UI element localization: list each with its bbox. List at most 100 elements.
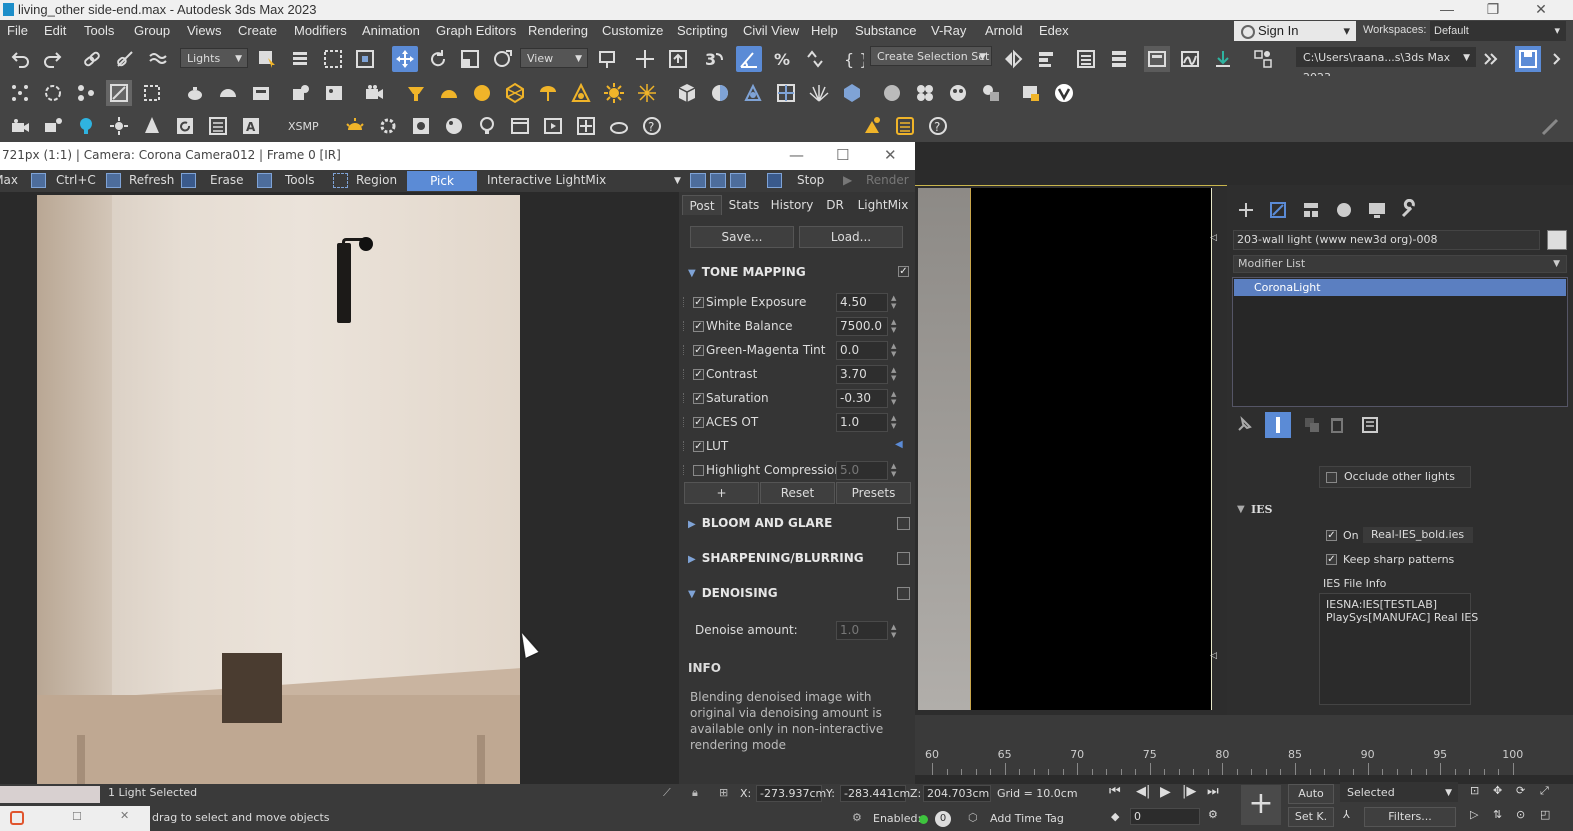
vray-logo-icon[interactable] bbox=[1051, 80, 1077, 106]
scripting-icon[interactable]: ⚙ bbox=[852, 811, 862, 824]
sunrise-icon[interactable] bbox=[342, 113, 368, 139]
green-magenta-field[interactable]: 0.0 bbox=[836, 341, 888, 360]
reset-button[interactable]: Reset bbox=[760, 482, 835, 504]
curve-editor-icon[interactable] bbox=[1177, 46, 1203, 72]
previous-frame-icon[interactable]: ◀| bbox=[1136, 784, 1150, 799]
render-region-icon[interactable] bbox=[540, 113, 566, 139]
layered-material-icon[interactable] bbox=[978, 80, 1004, 106]
pan-icon[interactable]: ✥ bbox=[1493, 784, 1502, 797]
x-coordinate-field[interactable]: -273.937cm bbox=[756, 785, 826, 802]
menu-tools[interactable]: Tools bbox=[84, 23, 114, 38]
presets-button[interactable]: Presets bbox=[836, 482, 911, 504]
aces-ot-checkbox[interactable]: ✓ bbox=[693, 417, 704, 428]
drag-grip-icon[interactable] bbox=[683, 393, 686, 403]
simple-exposure-field[interactable]: 4.50 bbox=[836, 293, 888, 312]
white-balance-field[interactable]: 7500.0 bbox=[836, 317, 888, 336]
frame-buffer-icon[interactable] bbox=[106, 80, 132, 106]
select-object-icon[interactable] bbox=[254, 46, 280, 72]
named-selection-set-dropdown[interactable]: Create Selection Set ▼ bbox=[870, 46, 992, 66]
denoising-checkbox[interactable] bbox=[897, 587, 910, 600]
mirror-icon[interactable] bbox=[1000, 46, 1026, 72]
bulb-outline-icon[interactable] bbox=[474, 113, 500, 139]
spinner-icon[interactable]: ▲ ▼ bbox=[891, 342, 896, 358]
ies-on-checkbox[interactable]: ✓ bbox=[1326, 530, 1337, 541]
ies-rollout-title[interactable]: IES bbox=[1251, 503, 1272, 516]
spot-light-icon[interactable] bbox=[403, 80, 429, 106]
save-scene-icon[interactable] bbox=[1515, 46, 1541, 72]
menu-rendering[interactable]: Rendering bbox=[528, 23, 588, 38]
cube-icon[interactable] bbox=[674, 80, 700, 106]
tone-mapping-checkbox[interactable]: ✓ bbox=[898, 266, 909, 277]
brush-icon[interactable] bbox=[1538, 113, 1564, 139]
spinner-icon[interactable]: ▲ ▼ bbox=[891, 390, 896, 406]
scatter-icon[interactable] bbox=[288, 80, 314, 106]
spinner-icon[interactable]: ▲ ▼ bbox=[891, 414, 896, 430]
menu-substance[interactable]: Substance bbox=[855, 23, 916, 38]
render-view[interactable] bbox=[0, 192, 679, 784]
play-icon[interactable]: ▶ bbox=[1160, 784, 1171, 800]
make-unique-icon[interactable] bbox=[1299, 412, 1325, 438]
tree-icon[interactable] bbox=[139, 113, 165, 139]
help-circle-icon[interactable]: ? bbox=[925, 113, 951, 139]
bee-icon[interactable] bbox=[859, 113, 885, 139]
selection-filter-dropdown[interactable]: Lights ▼ bbox=[180, 48, 248, 68]
chevron-down-icon[interactable]: ▼ bbox=[674, 176, 681, 186]
display-tab-icon[interactable] bbox=[1364, 197, 1390, 223]
select-and-rotate-icon[interactable] bbox=[425, 46, 451, 72]
bind-space-warp-icon[interactable] bbox=[145, 46, 171, 72]
toggle-layer-explorer-icon[interactable] bbox=[1106, 46, 1132, 72]
tab-lightmix[interactable]: LightMix bbox=[855, 195, 911, 215]
current-frame-field[interactable]: 0 bbox=[1130, 808, 1200, 825]
help-icon[interactable]: ? bbox=[639, 113, 665, 139]
drag-grip-icon[interactable] bbox=[683, 321, 686, 331]
isolate-icon[interactable]: ⟋ bbox=[663, 786, 671, 800]
vfb-refresh-button[interactable]: Refresh bbox=[129, 173, 174, 187]
stack-item-coronalight[interactable]: CoronaLight bbox=[1234, 279, 1566, 296]
sun-icon[interactable] bbox=[601, 80, 627, 106]
orbit-view-icon[interactable]: ⟳ bbox=[1516, 784, 1525, 797]
sky-dome-icon[interactable] bbox=[215, 80, 241, 106]
omni-light-icon[interactable] bbox=[106, 113, 132, 139]
network-icon[interactable] bbox=[73, 80, 99, 106]
menu-views[interactable]: Views bbox=[187, 23, 221, 38]
bloom-glare-checkbox[interactable] bbox=[897, 517, 910, 530]
select-and-place-icon[interactable] bbox=[490, 46, 516, 72]
highlight-compression-checkbox[interactable] bbox=[693, 465, 704, 476]
vfb-maximize-button[interactable]: ☐ bbox=[836, 146, 849, 164]
saturation-checkbox[interactable]: ✓ bbox=[693, 393, 704, 404]
workspace-dropdown[interactable]: Default ▾ bbox=[1430, 21, 1566, 41]
window-crossing-icon[interactable] bbox=[352, 46, 378, 72]
cog-wheel-icon[interactable] bbox=[375, 113, 401, 139]
drag-grip-icon[interactable] bbox=[683, 297, 686, 307]
time-config-icon[interactable]: ⚙ bbox=[1208, 808, 1218, 821]
zoom-in-icon[interactable] bbox=[690, 173, 706, 188]
menu-file[interactable]: File bbox=[7, 23, 28, 38]
record-icon[interactable] bbox=[10, 811, 24, 825]
add-operator-button[interactable]: + bbox=[684, 482, 759, 504]
schematic-view-icon[interactable] bbox=[1210, 46, 1236, 72]
utilities-tab-icon[interactable] bbox=[1396, 197, 1422, 223]
y-coordinate-field[interactable]: -283.441cm bbox=[840, 785, 910, 802]
tri-light-icon[interactable] bbox=[568, 80, 594, 106]
hierarchy-tab-icon[interactable] bbox=[1298, 197, 1324, 223]
vfb-close-button[interactable]: ✕ bbox=[884, 146, 897, 164]
vfb-pick-button[interactable]: Pick bbox=[407, 171, 477, 191]
percent-snap-icon[interactable]: % bbox=[769, 46, 795, 72]
vfb-erase-button[interactable]: Erase bbox=[210, 173, 244, 187]
tab-dr[interactable]: DR bbox=[823, 195, 847, 215]
white-balance-checkbox[interactable]: ✓ bbox=[693, 321, 704, 332]
refresh-scene-icon[interactable] bbox=[172, 113, 198, 139]
vfb-minimize-button[interactable]: — bbox=[789, 146, 804, 164]
material-editor-icon[interactable] bbox=[1250, 46, 1276, 72]
restore-icon[interactable]: ☐ bbox=[72, 810, 82, 823]
displacement-icon[interactable] bbox=[773, 80, 799, 106]
menu-group[interactable]: Group bbox=[134, 23, 170, 38]
link-icon[interactable] bbox=[79, 46, 105, 72]
occlude-checkbox[interactable] bbox=[1326, 472, 1337, 483]
configure-sets-icon[interactable] bbox=[1357, 412, 1383, 438]
key-filter-dropdown[interactable]: Selected ▼ bbox=[1340, 782, 1458, 802]
remove-modifier-icon[interactable] bbox=[1324, 412, 1350, 438]
menu-help[interactable]: Help bbox=[811, 23, 838, 38]
camera-icon[interactable] bbox=[361, 80, 387, 106]
sky-light-icon[interactable] bbox=[634, 80, 660, 106]
